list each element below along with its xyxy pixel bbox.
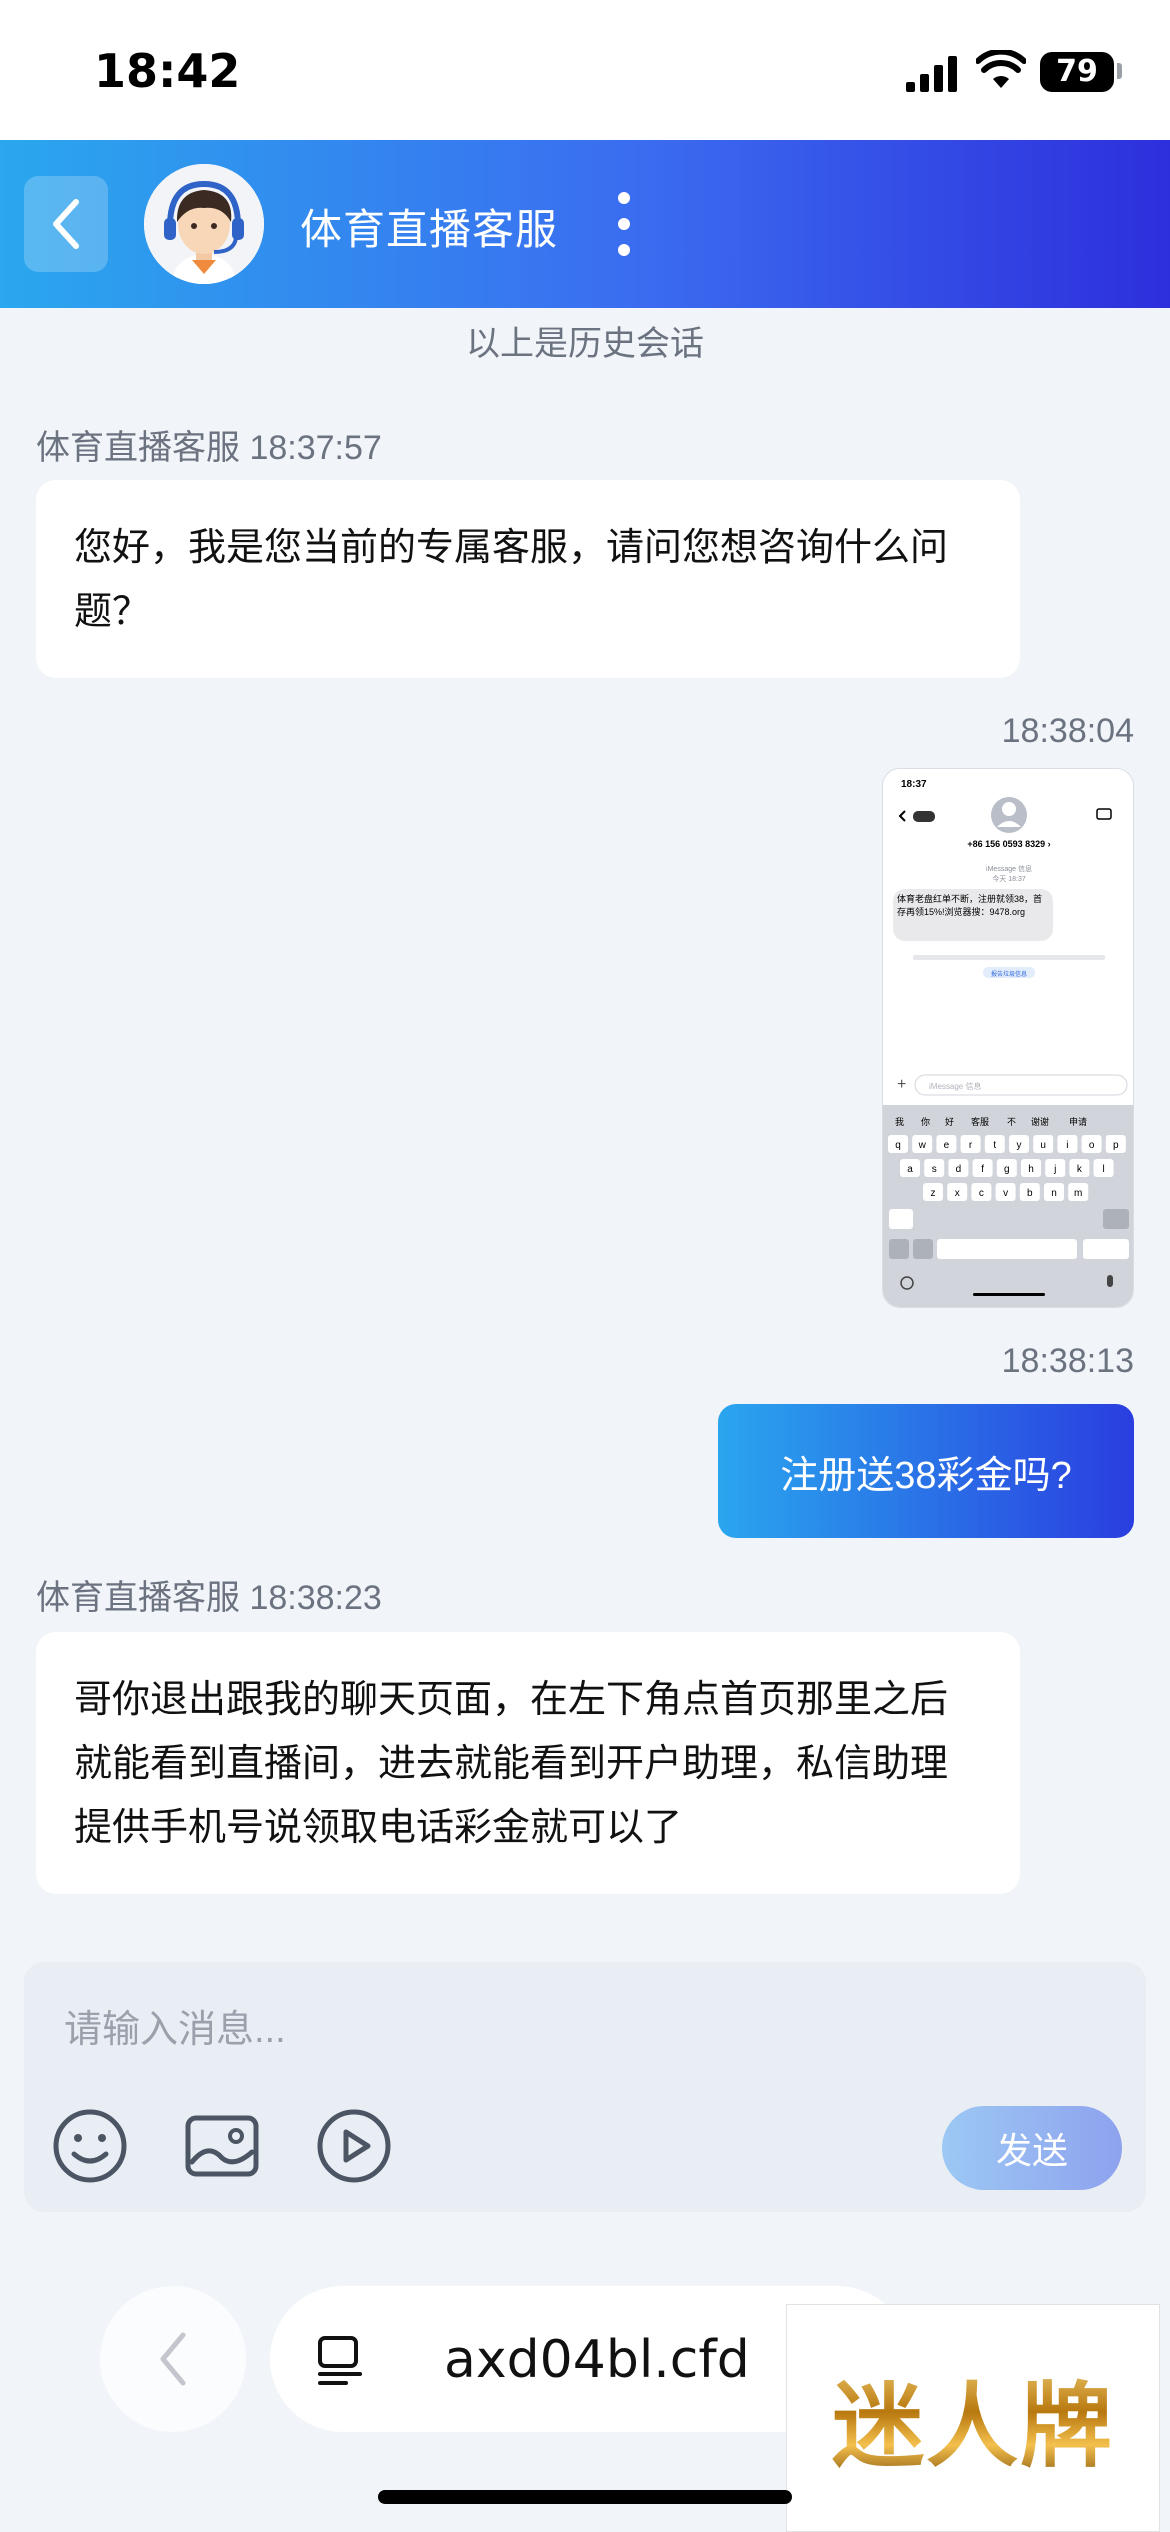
svg-text:客服: 客服 (971, 1116, 989, 1127)
watermark-logo: 迷人牌 (786, 2304, 1160, 2532)
svg-text:你: 你 (921, 1116, 930, 1127)
more-dot-icon (618, 218, 630, 230)
thumb-key-row-2: asdfghjkl (900, 1159, 1114, 1177)
history-note: 以上是历史会话 (466, 325, 704, 363)
thumb-key-label: b (1027, 1188, 1033, 1199)
thumb-key-label: a (907, 1164, 913, 1175)
cellular-signal-icon (906, 56, 957, 92)
thumb-key-row-3: zxcvbnm (923, 1183, 1089, 1201)
message-input[interactable] (64, 2000, 964, 2060)
video-button[interactable] (314, 2106, 394, 2186)
thumb-sms-text: 体育老盘红单不断，注册就领38，首存再领15%!浏览器搜：9478.org (897, 894, 1043, 917)
emoji-button[interactable] (50, 2106, 130, 2186)
screenshot-thumbnail: 18:37 +86 156 0593 8329 › iMessage 信息 今天… (883, 769, 1133, 1307)
message-time: 18:37:57 (249, 429, 382, 467)
support-agent-icon (144, 164, 264, 284)
more-dot-icon (618, 244, 630, 256)
message-time: 18:38:13 (1001, 1342, 1134, 1380)
thumb-label: iMessage 信息 (986, 864, 1032, 873)
composer-panel: 发送 (24, 1962, 1146, 2212)
wifi-icon (976, 50, 1026, 88)
thumb-key-label: w (918, 1140, 927, 1151)
thumb-key-label: v (1003, 1188, 1008, 1199)
message-meta: 体育直播客服 18:38:23 (36, 1570, 382, 1619)
back-button[interactable] (24, 176, 108, 272)
sender-name: 体育直播客服 (36, 1579, 240, 1617)
send-button[interactable]: 发送 (942, 2106, 1122, 2190)
thumb-key-label: q (895, 1140, 901, 1151)
thumb-key-label: o (1089, 1140, 1095, 1151)
thumb-badge (913, 811, 935, 822)
message-time: 18:38:23 (249, 1579, 382, 1617)
outgoing-message: 注册送38彩金吗? (718, 1404, 1134, 1538)
thumb-contact: +86 156 0593 8329 › (967, 839, 1050, 849)
thumb-key-label: x (955, 1188, 960, 1199)
thumb-key-label: y (1017, 1140, 1022, 1151)
thumb-key-label: j (1053, 1164, 1056, 1175)
battery-cap (1117, 63, 1122, 79)
thumb-plus-icon: + (897, 1076, 906, 1093)
thumb-notice-line (913, 955, 1105, 960)
thumb-input-placeholder: iMessage 信息 (929, 1081, 981, 1091)
thumb-key-label: l (1102, 1164, 1104, 1175)
thumb-key-label: t (993, 1140, 996, 1151)
svg-text:不: 不 (1007, 1117, 1016, 1127)
svg-text:谢谢: 谢谢 (1031, 1116, 1049, 1127)
thumb-key-label: h (1028, 1164, 1034, 1175)
thumb-key-label: m (1074, 1188, 1082, 1199)
home-indicator[interactable] (378, 2490, 792, 2504)
status-bar: 18:42 79 (0, 0, 1170, 140)
svg-text:好: 好 (945, 1116, 954, 1127)
thumb-time: 18:37 (901, 779, 927, 790)
incoming-message: 您好，我是您当前的专属客服，请问您想咨询什么问题？ (36, 480, 1020, 678)
chat-area[interactable]: 以上是历史会话 体育直播客服 18:37:57 您好，我是您当前的专属客服，请问… (0, 308, 1170, 1936)
watermark-text: 迷人牌 (832, 2352, 1114, 2485)
message-meta: 体育直播客服 18:37:57 (36, 420, 382, 469)
chat-header: 体育直播客服 (0, 140, 1170, 308)
chevron-left-icon (53, 199, 79, 249)
thumb-key-label: c (979, 1188, 984, 1199)
battery-indicator: 79 (1040, 52, 1114, 92)
more-dot-icon (618, 192, 630, 204)
image-attachment[interactable]: 18:37 +86 156 0593 8329 › iMessage 信息 今天… (882, 768, 1134, 1308)
thumb-key-label: g (1004, 1164, 1010, 1175)
chevron-left-icon (160, 2332, 186, 2386)
thumb-key-label: s (932, 1164, 937, 1175)
thumb-key-label: n (1051, 1188, 1057, 1199)
chat-title: 体育直播客服 (300, 206, 559, 253)
thumb-space-key (937, 1239, 1077, 1259)
thumb-key-label: p (1113, 1140, 1119, 1151)
thumb-key-label: i (1066, 1140, 1068, 1151)
sender-name: 体育直播客服 (36, 429, 240, 467)
thumb-key-label: z (931, 1188, 936, 1199)
status-time: 18:42 (94, 44, 241, 98)
image-upload-button[interactable] (182, 2106, 262, 2186)
thumb-mic-icon (1107, 1275, 1113, 1287)
url-text: axd04bl.cfd (444, 2330, 750, 2390)
more-options-button[interactable] (604, 192, 644, 256)
thumb-report-link: 报告垃圾信息 (991, 970, 1027, 978)
thumb-key-label: d (956, 1164, 962, 1175)
svg-text:申请: 申请 (1069, 1116, 1087, 1127)
message-time: 18:38:04 (1001, 712, 1134, 750)
svg-text:我: 我 (895, 1117, 904, 1127)
thumb-key-label: u (1040, 1140, 1046, 1151)
thumb-sub: 今天 18:37 (992, 874, 1026, 883)
thumb-key-label: f (981, 1164, 984, 1175)
agent-avatar (144, 164, 264, 284)
browser-back-button[interactable] (100, 2286, 246, 2432)
incoming-message: 哥你退出跟我的聊天页面，在左下角点首页那里之后就能看到直播间，进去就能看到开户助… (36, 1632, 1020, 1894)
thumb-key-label: e (944, 1140, 950, 1151)
reader-icon (318, 2336, 362, 2385)
